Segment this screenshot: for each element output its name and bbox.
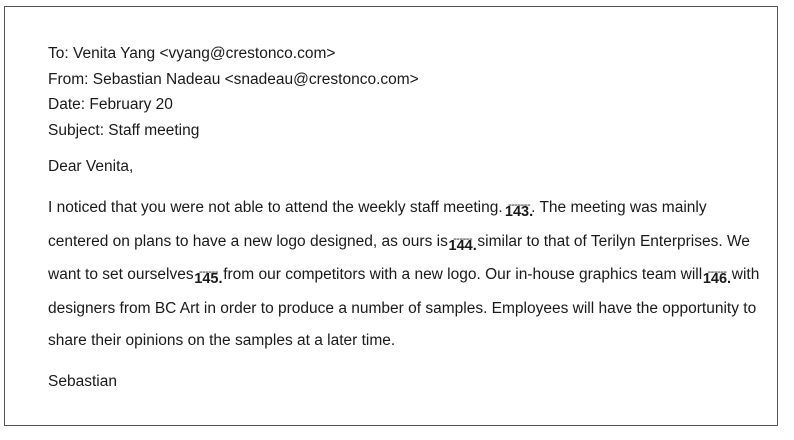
email-greeting: Dear Venita, [48, 158, 134, 175]
blank-146-number: 146. [702, 271, 732, 287]
email-content: To: Venita Yang <vyang@crestonco.com> Fr… [48, 41, 768, 394]
blank-144-number: 144. [448, 237, 477, 254]
email-frame: To: Venita Yang <vyang@crestonco.com> Fr… [4, 6, 778, 426]
body-text-segment: I noticed that you were not able to atte… [48, 199, 507, 216]
blank-146: ------ 146. [703, 259, 731, 293]
email-signature: Sebastian [48, 372, 117, 390]
email-subject-line: Subject: Staff meeting [48, 121, 200, 139]
body-text-segment: from our competitors with a new logo. Ou… [218, 266, 707, 283]
blank-143-number: 143. [504, 204, 534, 220]
email-from-line: From: Sebastian Nadeau <snadeau@crestonc… [48, 70, 419, 88]
email-date-line: Date: February 20 [48, 96, 173, 113]
blank-145-number: 145. [194, 271, 223, 287]
blank-145: ------ 145. [194, 259, 222, 293]
email-to-line: To: Venita Yang <vyang@crestonco.com> [48, 45, 336, 62]
blank-143: ------- 143. [504, 192, 534, 226]
email-body: I noticed that you were not able to atte… [48, 192, 768, 358]
blank-144: ------ 144. [449, 226, 477, 260]
